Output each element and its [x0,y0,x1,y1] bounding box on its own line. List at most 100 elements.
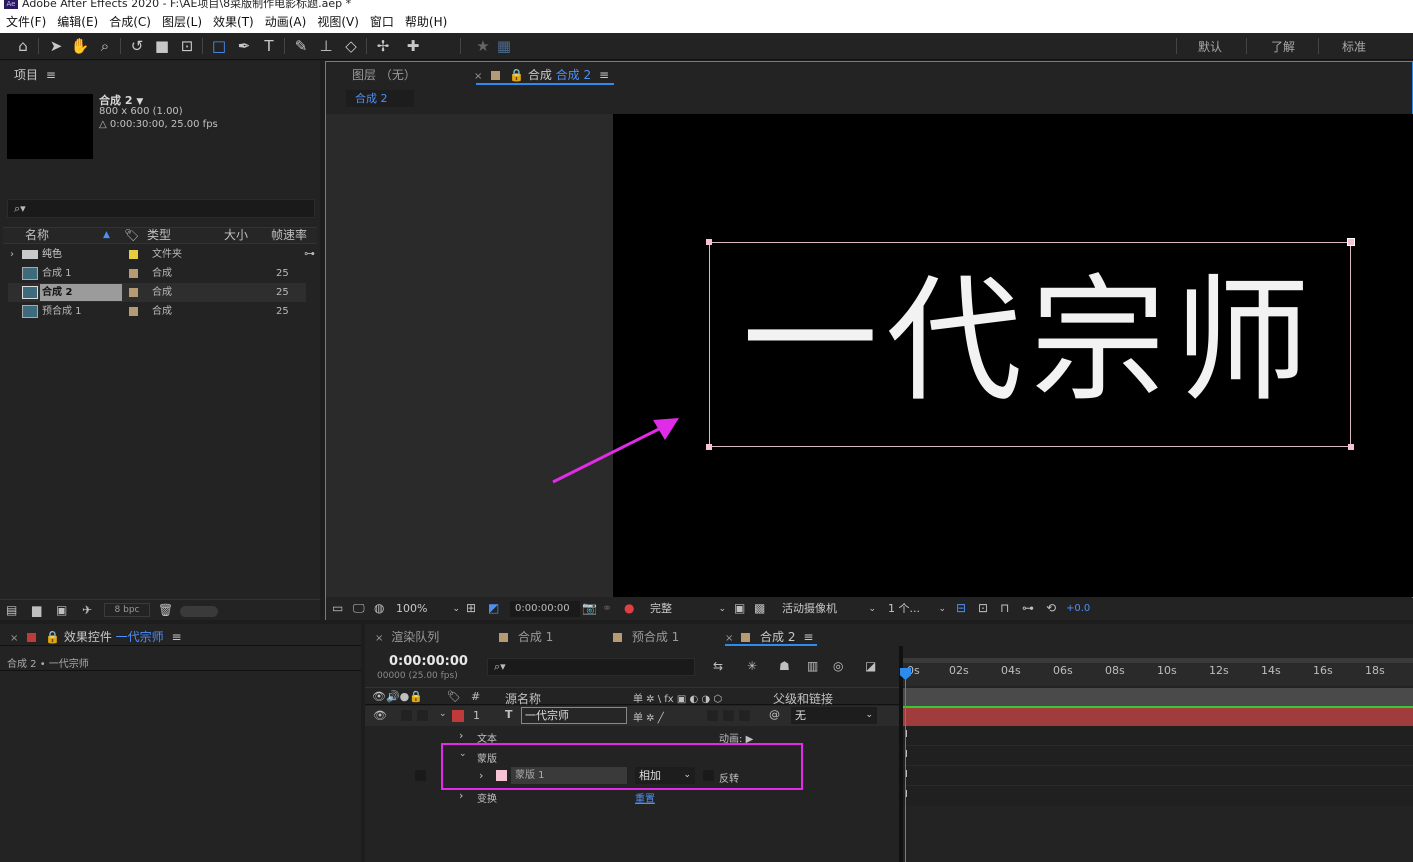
label-tag-icon[interactable]: 🏷 [447,690,461,703]
label-color-swatch[interactable] [129,250,138,259]
label-color-swatch[interactable] [129,288,138,297]
puppet-pin-tool-icon[interactable]: ✚ [402,36,424,56]
column-parent[interactable]: 父级和链接 [773,690,833,707]
eye-visibility-icon[interactable]: 👁 [373,709,387,722]
mask-vertex-handle[interactable] [706,444,712,450]
tab-layer-viewer[interactable]: 图层 （无） [352,66,416,83]
rectangle-mask-tool-icon[interactable]: □ [208,36,230,56]
transparency-grid-icon[interactable]: ▩ [754,601,765,615]
tab-composition-viewer[interactable]: × 🔒 合成 合成 2 ≡ [474,66,609,83]
list-item[interactable]: › 纯色 文件夹 [8,245,306,264]
view-layout-dropdown[interactable]: 1 个... ⌄ [888,601,946,617]
new-folder-icon[interactable]: ▆ [32,603,41,617]
close-icon[interactable]: × [474,71,482,82]
always-preview-icon[interactable]: ▭ [332,601,343,615]
project-tab[interactable]: 项目 ≡ [14,66,56,83]
shy-layers-icon[interactable]: ☗ [779,659,790,673]
camera-view-dropdown[interactable]: 活动摄像机 ⌄ [782,601,876,617]
pickwhip-icon[interactable]: @ [769,708,780,721]
zoom-tool-icon[interactable]: ⌕ [94,36,116,56]
mask-lock-switch[interactable] [415,770,426,781]
timeline-current-time[interactable]: 0:00:00:00 [389,654,468,669]
panel-menu-icon[interactable]: ≡ [599,68,609,82]
layer-label-color[interactable] [452,710,464,722]
time-ruler[interactable]: 0s 02s 04s 06s 08s 10s 12s 14s 16s 18s [903,658,1413,686]
column-switches[interactable]: 单 ✲ \ fx ▣ ◐ ◑ ⬡ [633,690,722,705]
parent-dropdown[interactable]: 无 ⌄ [791,707,877,724]
color-channels-icon[interactable]: ● [624,601,634,615]
selection-tool-icon[interactable]: ➤ [45,36,67,56]
new-composition-icon[interactable]: ▣ [56,603,67,617]
reset-exposure-icon[interactable]: ⟲ [1046,601,1056,615]
label-color-swatch[interactable] [129,307,138,316]
solo-switch[interactable] [401,710,412,721]
reset-transform-link[interactable]: 重置 [635,790,655,805]
clone-stamp-tool-icon[interactable]: ⊥ [315,36,337,56]
list-item-selected[interactable]: 合成 2 合成 25 [8,283,306,302]
playhead-line[interactable] [905,668,906,862]
menu-help[interactable]: 帮助(H) [405,15,447,29]
mask-visibility-icon[interactable]: ◍ [374,601,384,615]
motion-blur-icon[interactable]: ◎ [833,659,843,673]
column-fps[interactable]: 帧速率 [271,228,307,243]
column-size[interactable]: 大小 [224,228,248,243]
list-item[interactable]: 合成 1 合成 25 [8,264,306,283]
thumbnail-size-slider[interactable] [180,606,218,617]
fx-switch[interactable] [707,710,718,721]
comp-breadcrumb[interactable]: 合成 2 [346,90,414,107]
show-snapshot-icon[interactable]: ⚭ [602,601,612,615]
composition-canvas[interactable]: 一代宗师 [613,114,1413,597]
exposure-value[interactable]: +0.0 [1066,603,1090,614]
lock-icon[interactable]: 🔒 [45,630,60,644]
menu-file[interactable]: 文件(F) [6,15,46,29]
menu-layer[interactable]: 图层(L) [162,15,202,29]
toggle-pixel-aspect-icon[interactable]: ⊟ [956,601,966,615]
composition-flowchart-icon[interactable]: ⊓ [1000,601,1009,615]
current-time-field[interactable]: 0:00:00:00 [510,601,580,617]
layer-name-field[interactable]: 一代宗师 [521,707,627,724]
3d-switch[interactable] [739,710,750,721]
menu-window[interactable]: 窗口 [370,15,394,29]
layer-row[interactable]: 👁 ⌄ 1 T 一代宗师 单 ✲ ╱ @ 无 ⌄ [365,706,899,726]
lock-icon[interactable]: 🔒 [509,68,524,82]
close-icon[interactable]: × [10,633,18,644]
sort-ascending-icon[interactable]: ▲ [103,228,110,243]
title-text-layer[interactable]: 一代宗师 [710,267,1350,417]
tab-effect-controls[interactable]: × 🔒 效果控件 一代宗师 ≡ [10,628,182,645]
graph-editor-icon[interactable]: ◪ [865,659,876,673]
work-area-bar[interactable] [903,658,1413,663]
fast-previews-icon[interactable]: ▣ [734,601,745,615]
snapshot-camera-icon[interactable]: 📷 [582,601,597,615]
bpc-button[interactable]: 8 bpc [104,603,150,617]
timeline-icon[interactable]: ⊡ [978,601,988,615]
camera-tool-icon[interactable]: ■ [151,36,173,56]
menu-edit[interactable]: 编辑(E) [57,15,98,29]
tab-render-queue[interactable]: × 渲染队列 [375,628,439,645]
tab-precomp-1[interactable]: 预合成 1 [613,628,679,645]
interpret-footage-icon[interactable]: ▤ [6,603,17,617]
roto-brush-tool-icon[interactable]: ✢ [372,36,394,56]
draft-3d-icon[interactable]: ✳ [747,659,757,673]
column-layer-number[interactable]: # [471,690,480,703]
mask-vertex-handle[interactable] [1347,238,1355,246]
keyframe-area[interactable]: I I I I [903,726,1413,806]
pan-behind-tool-icon[interactable]: ⊡ [176,36,198,56]
frame-blending-icon[interactable]: ▥ [807,659,818,673]
panel-menu-icon[interactable]: ≡ [46,68,56,82]
chevron-down-icon[interactable]: ⌄ [439,709,447,719]
adjustment-switch[interactable] [723,710,734,721]
snapping-icon[interactable]: ★ [472,36,494,56]
menu-effect[interactable]: 效果(T) [213,15,254,29]
label-color-swatch[interactable] [129,269,138,278]
mask-vertex-handle[interactable] [1348,444,1354,450]
composition-mini-flowchart-icon[interactable]: ⇆ [713,659,723,673]
snap-options-icon[interactable]: ▦ [493,36,515,56]
hand-tool-icon[interactable]: ✋ [69,36,91,56]
pen-tool-icon[interactable]: ✒ [233,36,255,56]
lock-switch[interactable] [417,710,428,721]
column-type[interactable]: 类型 [147,228,171,243]
render-queue-icon[interactable]: ✈ [82,603,92,617]
mask-path-rectangle[interactable]: 一代宗师 [706,238,1355,450]
panel-menu-icon[interactable]: ≡ [172,630,182,644]
resolution-dropdown[interactable]: 完整 ⌄ [650,601,726,617]
